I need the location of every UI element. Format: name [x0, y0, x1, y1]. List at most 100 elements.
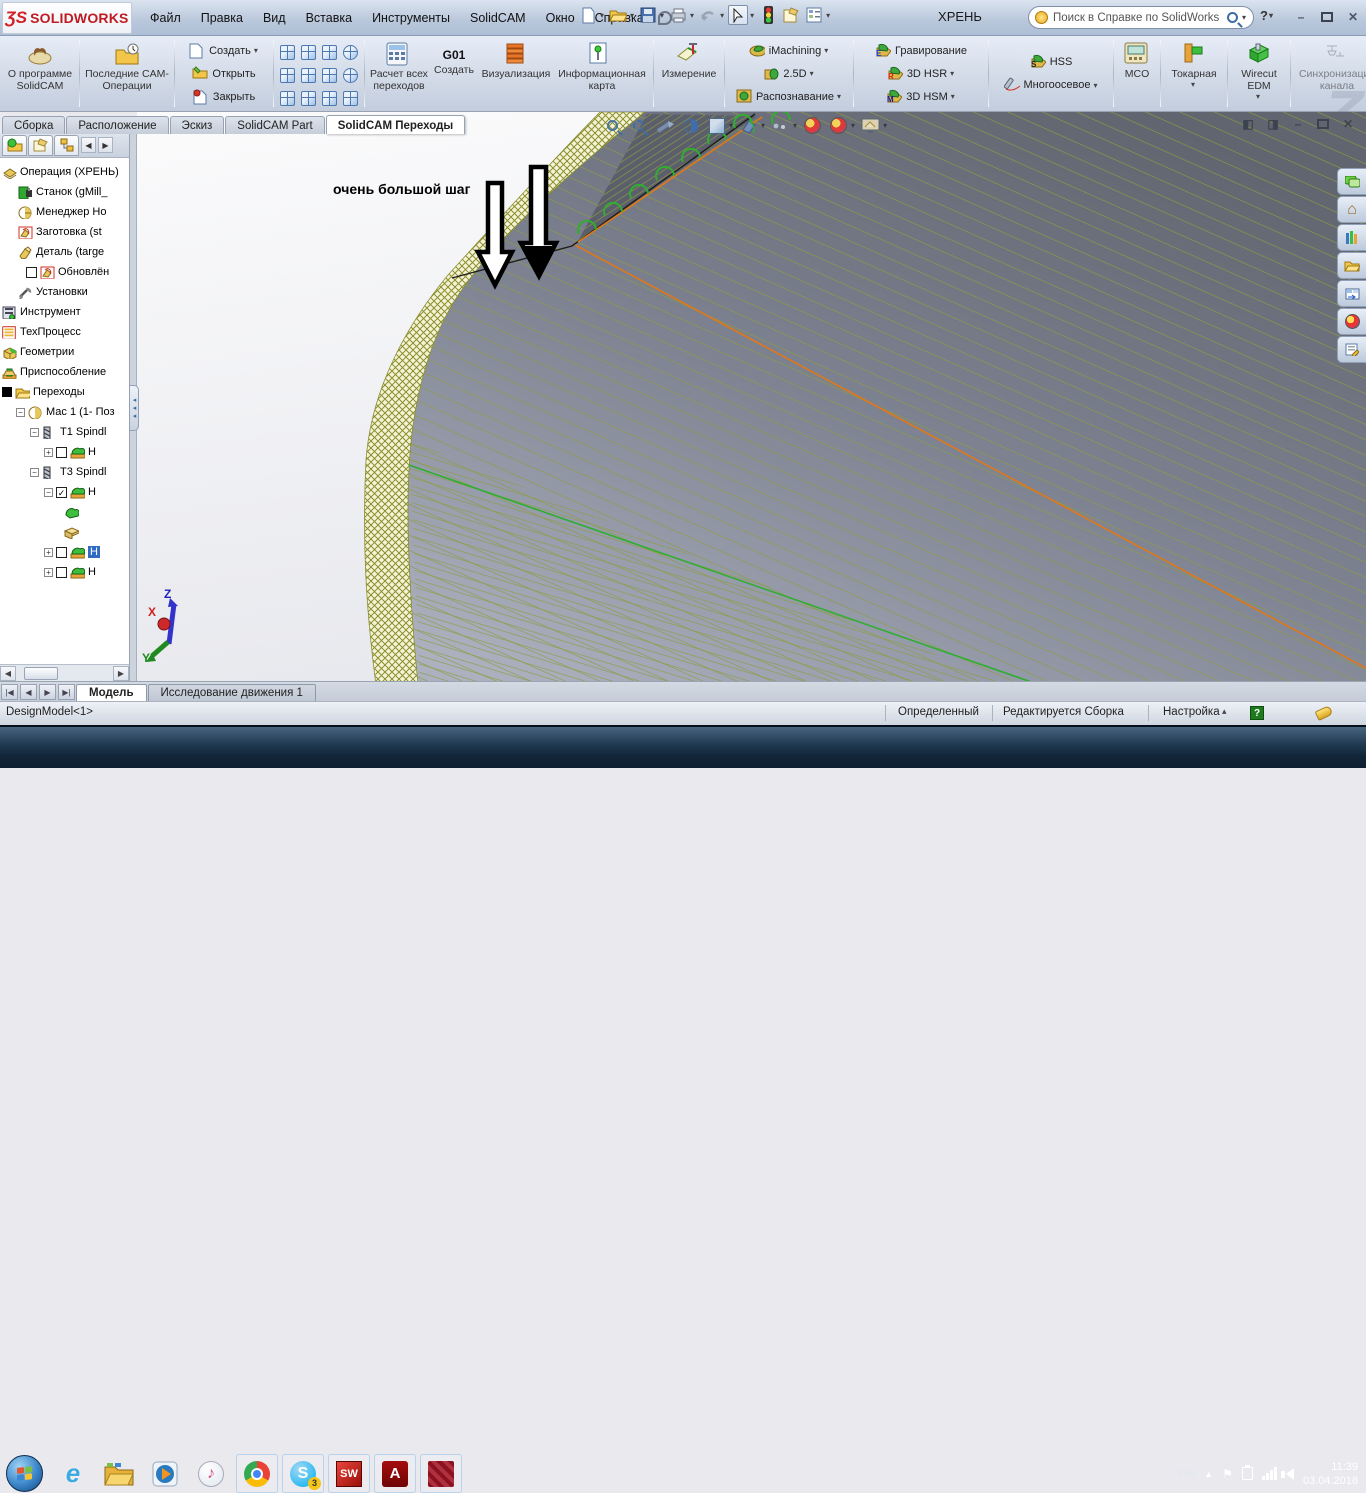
open-cam-part-button[interactable]: Открыть — [190, 62, 257, 85]
options-dropdown-icon[interactable]: ▾ — [826, 11, 830, 20]
motion-study-tab[interactable]: Исследование движения 1 — [148, 684, 316, 701]
itunes-icon[interactable]: ♪ — [190, 1454, 232, 1493]
tab-solidcam-part[interactable]: SolidCAM Part — [225, 116, 324, 134]
view-settings-icon[interactable] — [860, 115, 881, 136]
tree-item-process[interactable]: ТехПроцесс — [2, 322, 129, 342]
rebuild-traffic-light-icon[interactable] — [758, 5, 778, 25]
new-dropdown-icon[interactable]: ▾ — [600, 11, 604, 20]
tab-layout[interactable]: Расположение — [66, 116, 168, 134]
search-icon[interactable] — [1227, 12, 1238, 23]
wirecut-button[interactable]: Wirecut EDM ▾ — [1231, 38, 1287, 109]
graphics-viewport[interactable] — [137, 112, 1366, 685]
scene-dropdown-icon[interactable]: ▾ — [851, 121, 855, 130]
recognition-dropdown-icon[interactable]: ▾ — [837, 92, 841, 101]
undo-icon[interactable] — [698, 5, 718, 25]
chrome-icon[interactable] — [236, 1454, 278, 1493]
tab-nav-last[interactable]: ▶| — [58, 684, 75, 700]
action-center-flag-icon[interactable]: ⚑ — [1222, 1467, 1233, 1481]
model-tab[interactable]: Модель — [76, 684, 147, 701]
tree-item-settings[interactable]: Установки — [2, 282, 129, 302]
recognition-button[interactable]: Распознавание▾ — [734, 85, 844, 108]
tab-solidcam-operations[interactable]: SolidCAM Переходы — [326, 115, 466, 134]
tab-assembly[interactable]: Сборка — [2, 116, 65, 134]
view-cube-icon-10[interactable] — [301, 91, 316, 106]
tree-item-t1-spindle[interactable]: − T1 Spindl — [2, 422, 129, 442]
volume-icon[interactable] — [1286, 1468, 1294, 1480]
menu-edit[interactable]: Правка — [191, 8, 253, 28]
print-dropdown-icon[interactable]: ▾ — [690, 11, 694, 20]
tree-item-stock[interactable]: Заготовка (st — [2, 222, 129, 242]
measure-button[interactable]: Измерение — [657, 38, 721, 109]
home-icon[interactable]: ⌂ — [1337, 196, 1366, 223]
tree-item-op-t3-active[interactable]: − ✓ H — [2, 482, 129, 502]
t3-expander[interactable]: − — [30, 468, 39, 477]
hide-show-dropdown-icon[interactable]: ▾ — [793, 121, 797, 130]
search-dropdown-icon[interactable]: ▾ — [1242, 13, 1246, 22]
engraving-button[interactable]: E Гравирование — [873, 39, 969, 62]
updated-stock-checkbox[interactable] — [26, 267, 37, 278]
tree-horizontal-scrollbar[interactable]: ◀ ▶ — [0, 664, 129, 681]
network-signal-icon[interactable] — [1262, 1467, 1277, 1480]
design-library-icon[interactable] — [1337, 224, 1366, 251]
view-print-icon[interactable] — [343, 45, 358, 60]
tree-item-fixture[interactable]: Приспособление — [2, 362, 129, 382]
hsm-dropdown-icon[interactable]: ▾ — [951, 92, 955, 101]
windows-explorer-icon[interactable] — [98, 1454, 140, 1493]
op-t3-checkbox[interactable]: ✓ — [56, 487, 67, 498]
close-button[interactable]: ✕ — [1344, 8, 1362, 25]
view-gear-icon[interactable] — [343, 91, 358, 106]
op-5-checkbox[interactable] — [56, 567, 67, 578]
view-cube-icon-3[interactable] — [322, 45, 337, 60]
solidcam-manager-tab[interactable] — [2, 135, 27, 156]
new-document-icon[interactable] — [578, 5, 598, 25]
view-palette-icon[interactable] — [1337, 280, 1366, 307]
view-shaded-icon[interactable] — [343, 68, 358, 83]
op-5-expander[interactable]: + — [44, 568, 53, 577]
zoom-area-icon[interactable] — [628, 115, 649, 136]
turning-dropdown-icon[interactable]: ▾ — [1191, 80, 1195, 89]
imachining-dropdown-icon[interactable]: ▾ — [824, 46, 828, 55]
wirecut-dropdown-icon[interactable]: ▾ — [1256, 92, 1260, 101]
status-settings[interactable]: Настройка — [1163, 706, 1220, 718]
tree-item-op-geometry[interactable] — [2, 502, 129, 522]
language-indicator[interactable]: RU — [1179, 1468, 1195, 1480]
previous-view-icon[interactable] — [654, 115, 675, 136]
tree-item-tool[interactable]: Инструмент — [2, 302, 129, 322]
view-cube-icon-7[interactable] — [322, 68, 337, 83]
view-cube-icon-2[interactable] — [301, 45, 316, 60]
op-4-expander[interactable]: + — [44, 548, 53, 557]
scrollbar-right-arrow[interactable]: ▶ — [113, 666, 129, 681]
tab-nav-next[interactable]: ▶ — [39, 684, 56, 700]
tree-item-mac1[interactable]: − Мас 1 (1- Поз — [2, 402, 129, 422]
save-dropdown-icon[interactable]: ▾ — [660, 11, 664, 20]
solidworks-resources-chat-icon[interactable] — [1337, 168, 1366, 195]
view-cube-icon-1[interactable] — [280, 45, 295, 60]
configuration-manager-tab[interactable] — [54, 135, 79, 156]
3d-hsm-button[interactable]: M 3D HSM▾ — [884, 85, 958, 108]
simulation-button[interactable]: Визуализация — [478, 38, 554, 109]
settings-up-arrow-icon[interactable]: ▴ — [1222, 706, 1227, 717]
tree-item-operations-folder[interactable]: Переходы — [2, 382, 129, 402]
scrollbar-thumb[interactable] — [24, 667, 58, 680]
custom-properties-icon[interactable] — [1337, 336, 1366, 363]
select-cursor-icon[interactable] — [728, 5, 748, 25]
mco-button[interactable]: MCO — [1117, 38, 1157, 109]
view-cube-icon-9[interactable] — [280, 91, 295, 106]
3d-hsr-button[interactable]: R 3D HSR▾ — [885, 62, 957, 85]
display-style-icon[interactable] — [738, 115, 759, 136]
help-button[interactable]: ? ▾ — [1260, 8, 1274, 23]
new-cam-part-button[interactable]: Создать▾ — [187, 39, 261, 62]
section-view-icon[interactable] — [680, 115, 701, 136]
view-cube-icon-6[interactable] — [301, 68, 316, 83]
options-list-icon[interactable] — [804, 5, 824, 25]
help-search-box[interactable]: Поиск в Справке по SolidWorks ▾ — [1028, 6, 1254, 29]
menu-insert[interactable]: Вставка — [296, 8, 362, 28]
info-card-button[interactable]: Информационная карта — [554, 38, 650, 109]
tree-item-target[interactable]: Деталь (targe — [2, 242, 129, 262]
panel-collapse-handle[interactable]: ◂◂◂ — [129, 385, 139, 431]
calculate-all-operations-button[interactable]: Расчет всех переходов — [368, 38, 430, 109]
view-cube-icon-11[interactable] — [322, 91, 337, 106]
help-dropdown-icon[interactable]: ▾ — [1269, 11, 1273, 20]
view-orientation-icon[interactable] — [706, 115, 727, 136]
op-4-checkbox[interactable] — [56, 547, 67, 558]
